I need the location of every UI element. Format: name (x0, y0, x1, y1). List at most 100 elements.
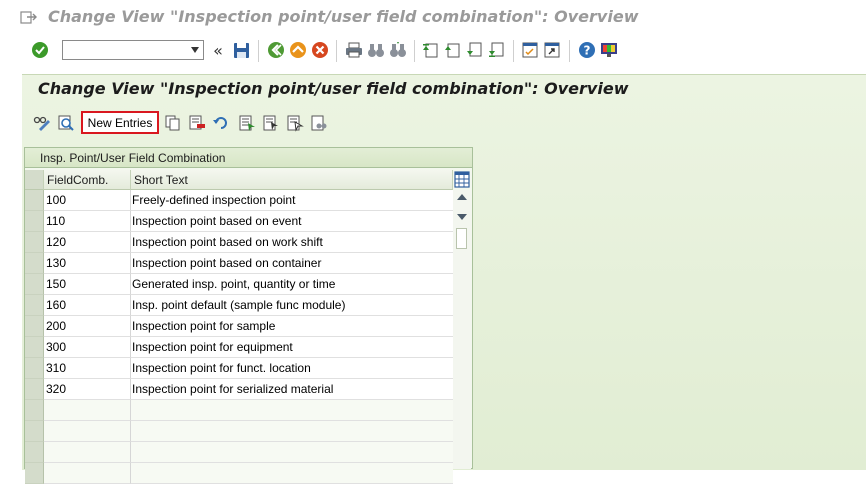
fieldcomb-cell[interactable] (44, 442, 131, 463)
select-all-button[interactable] (238, 114, 256, 132)
create-session-button[interactable] (520, 40, 540, 60)
table-row-empty[interactable] (25, 400, 453, 421)
short-text-cell[interactable] (131, 421, 453, 442)
fieldcomb-cell[interactable] (44, 463, 131, 484)
print-button[interactable] (344, 40, 364, 60)
toolbar-separator (258, 40, 259, 62)
table-row-empty[interactable] (25, 421, 453, 442)
binoculars-document-icon (311, 115, 327, 131)
fieldcomb-cell[interactable] (44, 400, 131, 421)
customize-layout-button[interactable] (599, 40, 619, 60)
binoculars-next-icon (390, 42, 406, 57)
row-selector[interactable] (25, 190, 44, 211)
fieldcomb-cell: 120 (44, 232, 131, 253)
row-selector[interactable] (25, 295, 44, 316)
command-field[interactable] (62, 40, 204, 60)
display-change-button[interactable] (33, 114, 51, 132)
row-selector[interactable] (25, 253, 44, 274)
table-row[interactable]: 110 Inspection point based on event (25, 211, 453, 232)
row-selector[interactable] (25, 232, 44, 253)
help-button[interactable]: ? (577, 40, 597, 60)
collapse-command-button[interactable]: « (208, 40, 228, 60)
shortcut-icon (544, 42, 560, 58)
table-row[interactable]: 150 Generated insp. point, quantity or ti… (25, 274, 453, 295)
column-header-short-text[interactable]: Short Text (131, 170, 453, 190)
fieldcomb-cell: 310 (44, 358, 131, 379)
table-row-empty[interactable] (25, 463, 453, 484)
table-row[interactable]: 120 Inspection point based on work shift (25, 232, 453, 253)
row-selector[interactable] (25, 358, 44, 379)
find-next-button[interactable] (388, 40, 408, 60)
enter-button[interactable] (30, 40, 50, 60)
short-text-cell[interactable] (131, 442, 453, 463)
row-selector[interactable] (25, 442, 44, 463)
short-text-cell[interactable] (131, 463, 453, 484)
window-title: Change View "Inspection point/user field… (48, 7, 639, 26)
copy-as-button[interactable] (164, 114, 182, 132)
previous-page-button[interactable] (443, 40, 463, 60)
table-row[interactable]: 310 Inspection point for funct. location (25, 358, 453, 379)
fieldcomb-cell: 160 (44, 295, 131, 316)
scroll-down-arrow-icon[interactable] (457, 214, 467, 220)
table-row[interactable]: 160 Insp. point default (sample func modu… (25, 295, 453, 316)
find-button[interactable] (366, 40, 386, 60)
monitor-icon (601, 43, 617, 57)
back-icon (268, 42, 284, 58)
fieldcomb-cell[interactable] (44, 421, 131, 442)
row-selector[interactable] (25, 421, 44, 442)
last-page-button[interactable] (487, 40, 507, 60)
cancel-button[interactable] (310, 40, 330, 60)
scroll-thumb[interactable] (456, 228, 467, 249)
select-all-rows-cell[interactable] (25, 170, 44, 190)
copy-icon (165, 115, 180, 131)
exit-view-icon[interactable] (20, 9, 38, 25)
fieldcomb-cell: 320 (44, 379, 131, 400)
short-text-cell: Insp. point default (sample func module) (131, 295, 453, 316)
vertical-scrollbar[interactable] (453, 190, 471, 469)
row-selector[interactable] (25, 337, 44, 358)
shortcut-button[interactable] (542, 40, 562, 60)
table-caption: Insp. Point/User Field Combination (24, 147, 473, 168)
new-entries-button[interactable]: New Entries (81, 111, 159, 134)
first-page-button[interactable] (421, 40, 441, 60)
deselect-all-icon (287, 115, 304, 132)
table-body: 100 Freely-defined inspection point 110 In… (25, 190, 453, 484)
command-dropdown-button[interactable] (189, 43, 201, 57)
save-button[interactable] (231, 40, 251, 60)
delete-button[interactable] (188, 114, 206, 132)
short-text-cell: Freely-defined inspection point (131, 190, 453, 211)
scroll-up-arrow-icon[interactable] (457, 194, 467, 200)
table-row[interactable]: 300 Inspection point for equipment (25, 337, 453, 358)
fieldcomb-cell: 200 (44, 316, 131, 337)
table-caption-text: Insp. Point/User Field Combination (40, 151, 226, 165)
back-button[interactable] (266, 40, 286, 60)
table-row[interactable]: 100 Freely-defined inspection point (25, 190, 453, 211)
undo-change-button[interactable] (212, 114, 230, 132)
choose-variant-button[interactable] (310, 114, 328, 132)
row-selector[interactable] (25, 400, 44, 421)
short-text-cell: Inspection point for serialized material (131, 379, 453, 400)
details-button[interactable] (57, 114, 75, 132)
row-selector[interactable] (25, 316, 44, 337)
table-row[interactable]: 320 Inspection point for serialized mater… (25, 379, 453, 400)
row-selector[interactable] (25, 463, 44, 484)
table-settings-icon[interactable] (454, 171, 470, 188)
select-block-button[interactable] (262, 114, 280, 132)
exit-button[interactable] (288, 40, 308, 60)
next-page-button[interactable] (465, 40, 485, 60)
next-page-icon (467, 42, 482, 57)
table-row[interactable]: 130 Inspection point based on container (25, 253, 453, 274)
table-row[interactable]: 200 Inspection point for sample (25, 316, 453, 337)
glasses-pencil-icon (33, 116, 50, 131)
table-row-empty[interactable] (25, 442, 453, 463)
row-selector[interactable] (25, 211, 44, 232)
help-icon: ? (579, 42, 595, 58)
short-text-cell[interactable] (131, 400, 453, 421)
row-selector[interactable] (25, 274, 44, 295)
title-bar: Change View "Inspection point/user field… (0, 0, 866, 34)
column-header-fieldcomb[interactable]: FieldComb. (44, 170, 131, 190)
svg-text:?: ? (584, 44, 591, 58)
deselect-all-button[interactable] (286, 114, 304, 132)
row-selector[interactable] (25, 379, 44, 400)
short-text-cell: Inspection point based on work shift (131, 232, 453, 253)
